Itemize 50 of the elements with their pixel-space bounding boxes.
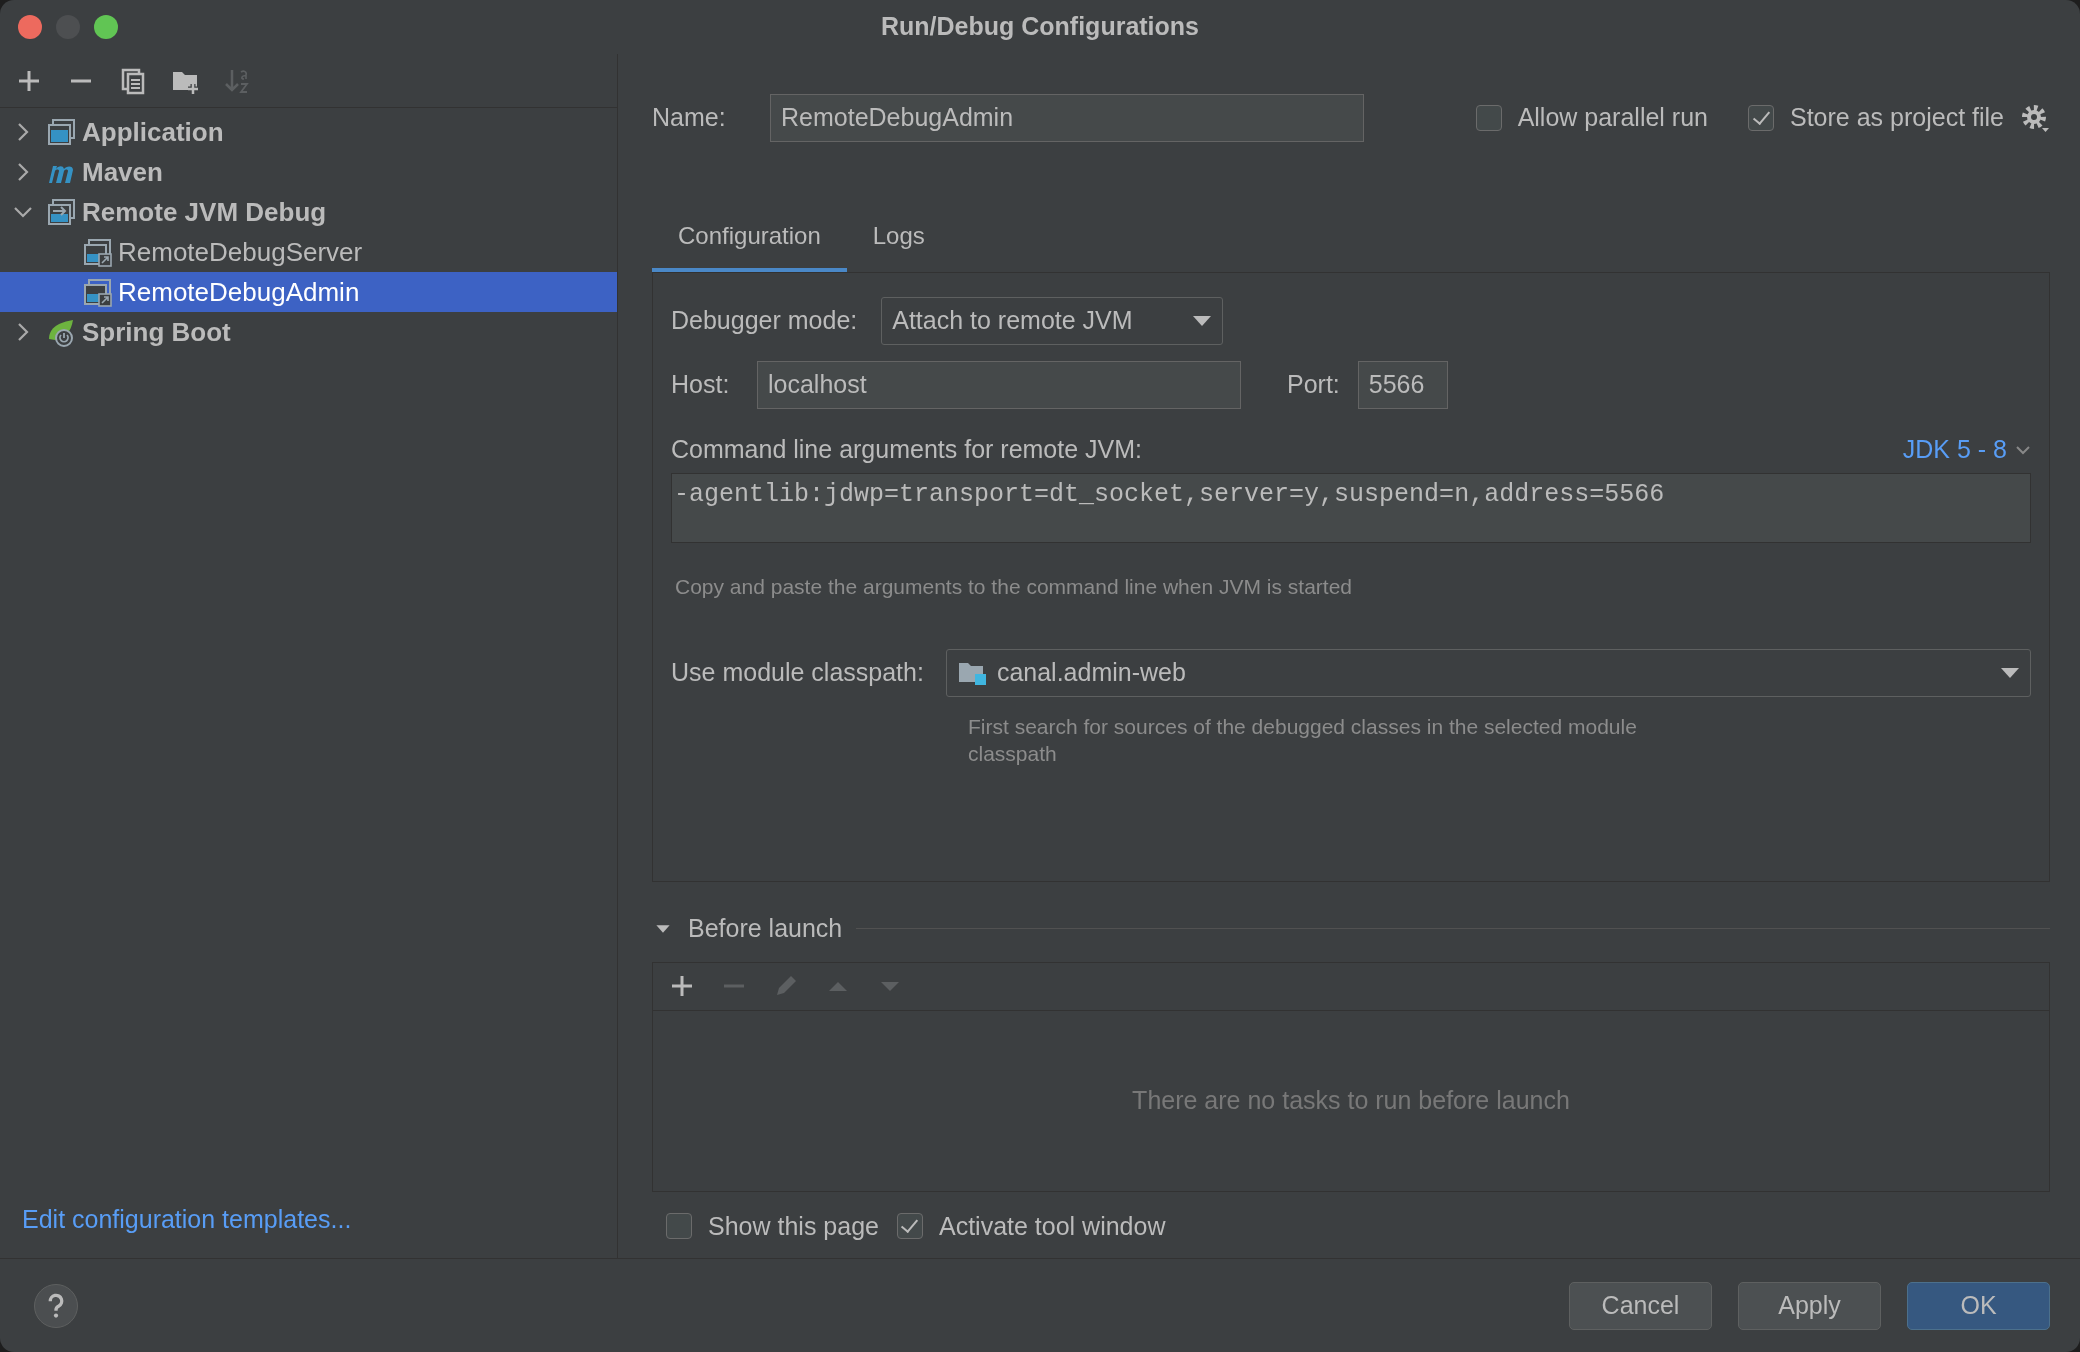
chevron-icon: [2015, 444, 2031, 455]
command-line-hint: Copy and paste the arguments to the command line when JVM is started: [675, 574, 1354, 600]
module-classpath-label: Use module classpath:: [671, 656, 924, 688]
dialog-button[interactable]: Cancel: [1569, 1281, 1712, 1330]
tree-item[interactable]: Application: [0, 112, 617, 152]
settings-icon[interactable]: [2020, 103, 2050, 133]
command-line-field[interactable]: -agentlib:jdwp=transport=dt_socket,server=y,suspend=n,address=5566: [671, 472, 2031, 543]
checkbox-label: Show this page: [708, 1210, 879, 1242]
port-field[interactable]: 5566: [1357, 361, 1448, 409]
dialog-button[interactable]: Apply: [1738, 1281, 1881, 1330]
checkbox[interactable]: [1475, 105, 1502, 131]
window-title: Run/Debug Configurations: [881, 12, 1199, 41]
host-field[interactable]: localhost: [757, 361, 1241, 409]
zoom-icon[interactable]: [94, 15, 118, 39]
caret-icon: [1192, 315, 1213, 327]
host-label: Host:: [671, 369, 731, 401]
empty-state-text: There are no tasks to run before launch: [1132, 1084, 1570, 1116]
remote-window-icon: [46, 197, 76, 227]
tree-item[interactable]: Remote JVM Debug: [0, 192, 617, 232]
module-classpath-hint: First search for sources of the debugged classes in the selected module classpath: [968, 713, 1638, 767]
tree-item[interactable]: Spring Boot: [0, 312, 617, 352]
debugger-mode-dropdown[interactable]: Attach to remote JVM: [881, 297, 1224, 345]
command-line-label: Command line arguments for remote JVM:: [671, 434, 1142, 465]
checkbox-label: Allow parallel run: [1517, 102, 1708, 134]
section-title: Before launch: [688, 913, 843, 944]
debugger-mode-label: Debugger mode:: [671, 305, 858, 337]
edit-templates-link[interactable]: Edit configuration templates...: [0, 1200, 617, 1258]
port-label: Port:: [1287, 369, 1340, 401]
window-icon: [46, 117, 76, 147]
name-field[interactable]: RemoteDebugAdmin: [770, 94, 1364, 142]
tab[interactable]: Logs: [846, 210, 951, 272]
tree-item[interactable]: Maven: [0, 152, 617, 192]
leaf-gear-icon: [46, 317, 76, 347]
checkbox[interactable]: [666, 1213, 692, 1240]
close-icon[interactable]: [18, 15, 42, 39]
checkbox-label: Store as project file: [1790, 102, 2004, 134]
checkbox[interactable]: [896, 1213, 923, 1240]
checkbox[interactable]: [1748, 105, 1774, 131]
remote-window-icon: [82, 277, 112, 307]
caret-icon: [2000, 666, 2020, 679]
tree-item[interactable]: RemoteDebugServer: [0, 232, 617, 272]
module-classpath-dropdown[interactable]: canal.admin-web: [945, 648, 2031, 697]
help-icon[interactable]: [34, 1283, 78, 1328]
tab[interactable]: Configuration: [652, 210, 847, 272]
remote-window-icon: [82, 237, 112, 267]
jdk-version-link[interactable]: JDK 5 - 8: [1902, 431, 2031, 469]
tree-item[interactable]: RemoteDebugAdmin: [0, 272, 617, 312]
ok-button[interactable]: OK: [1907, 1281, 2050, 1330]
checkbox-label: Activate tool window: [938, 1210, 1166, 1242]
name-label: Name:: [652, 102, 727, 134]
